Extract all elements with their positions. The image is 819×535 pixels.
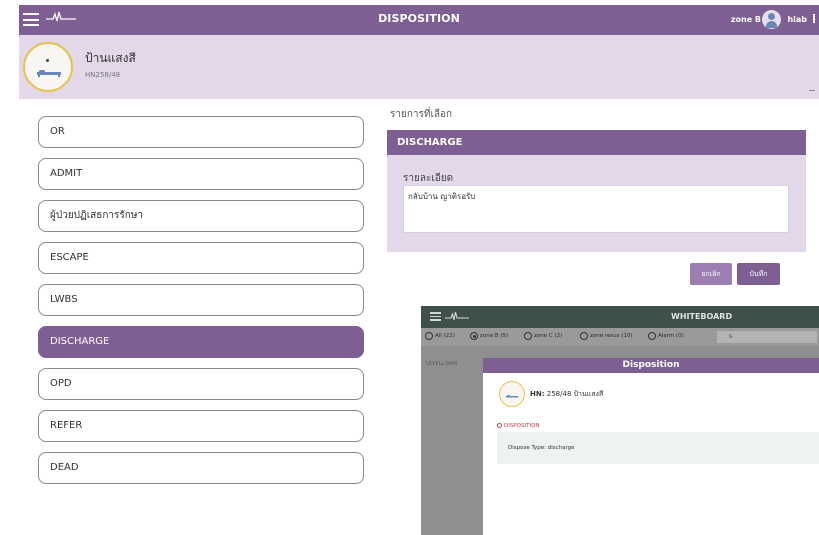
filter-zone-c: zone C (2) <box>534 333 563 339</box>
cancel-button[interactable]: ยกเลิก <box>690 263 732 285</box>
filter-all: All (22) <box>435 333 455 339</box>
radio-all <box>425 332 433 340</box>
option-or[interactable]: OR <box>38 116 364 148</box>
modal-patient-avatar <box>499 381 525 407</box>
option-refer[interactable]: REFER <box>38 410 364 442</box>
whiteboard-search-input: s <box>717 331 817 343</box>
bed-icon <box>37 70 61 77</box>
whiteboard-screenshot: WHITEBOARD All (22) zone B (5) zone C (2… <box>421 306 819 535</box>
whiteboard-top-bar: WHITEBOARD <box>421 306 819 328</box>
detail-label: รายละเอียด <box>403 173 454 184</box>
radio-zone-resus <box>580 332 588 340</box>
detail-textarea[interactable]: กลับบ้าน ญาติรอรับ <box>403 185 789 233</box>
modal-section-title: DISPOSITION <box>497 423 540 429</box>
radio-zone-b <box>470 332 478 340</box>
patient-avatar <box>23 42 73 92</box>
filter-zone-b: zone B (5) <box>480 333 509 339</box>
radio-zone-c <box>524 332 532 340</box>
option-dead[interactable]: DEAD <box>38 452 364 484</box>
filter-alarm: Alarm (0) <box>658 333 684 339</box>
zone-label: zone B <box>730 15 761 24</box>
user-name[interactable]: hlab <box>787 15 807 24</box>
bed-icon <box>506 395 518 398</box>
user-avatar-icon[interactable] <box>762 10 781 29</box>
save-button[interactable]: บันทึก <box>737 263 780 285</box>
whiteboard-title: WHITEBOARD <box>671 312 733 321</box>
option-discharge[interactable]: DISCHARGE <box>38 326 364 358</box>
avatar-dot <box>46 59 49 62</box>
patient-bar: ป้านแสงสี HN258/48 <box>19 35 819 99</box>
ring-icon <box>497 423 502 428</box>
radio-alarm <box>648 332 656 340</box>
option-escape[interactable]: ESCAPE <box>38 242 364 274</box>
menu-icon <box>430 312 441 321</box>
modal-hn-value: 258/48 ป้านแสงสี <box>546 390 604 398</box>
page-title: DISPOSITION <box>378 12 460 25</box>
modal-hn: HN: 258/48 ป้านแสงสี <box>530 389 603 400</box>
option-admit[interactable]: ADMIT <box>38 158 364 190</box>
zone-filter-bar: All (22) zone B (5) zone C (2) zone resu… <box>421 328 819 346</box>
option-refuse-treatment[interactable]: ผู้ป่วยปฏิเสธการรักษา <box>38 200 364 232</box>
option-lwbs[interactable]: LWBS <box>38 284 364 316</box>
kebab-menu-icon[interactable] <box>813 14 815 23</box>
modal-section-label: DISPOSITION <box>504 423 540 429</box>
selected-label: รายการที่เลือก <box>390 109 453 120</box>
modal-title: Disposition <box>483 358 819 373</box>
filter-zone-resus: zone resus (10) <box>590 333 633 339</box>
selected-panel: รายละเอียด กลับบ้าน ญาติรอรับ <box>387 155 806 252</box>
column-header: LEVEL▴ NAM <box>426 361 457 367</box>
patient-hn: HN258/48 <box>85 71 121 79</box>
pulse-logo-icon <box>445 311 469 321</box>
modal-hn-label: HN: <box>530 390 545 398</box>
disposition-modal: Disposition HN: 258/48 ป้านแสงสี DISPOSI… <box>483 358 819 535</box>
selected-header: DISCHARGE <box>387 130 806 155</box>
top-bar: DISPOSITION zone B hlab <box>19 5 819 35</box>
dispose-type-row: Dispose Type: discharge <box>497 432 819 464</box>
patient-name: ป้านแสงสี <box>85 51 136 65</box>
divider <box>809 90 815 91</box>
option-opd[interactable]: OPD <box>38 368 364 400</box>
